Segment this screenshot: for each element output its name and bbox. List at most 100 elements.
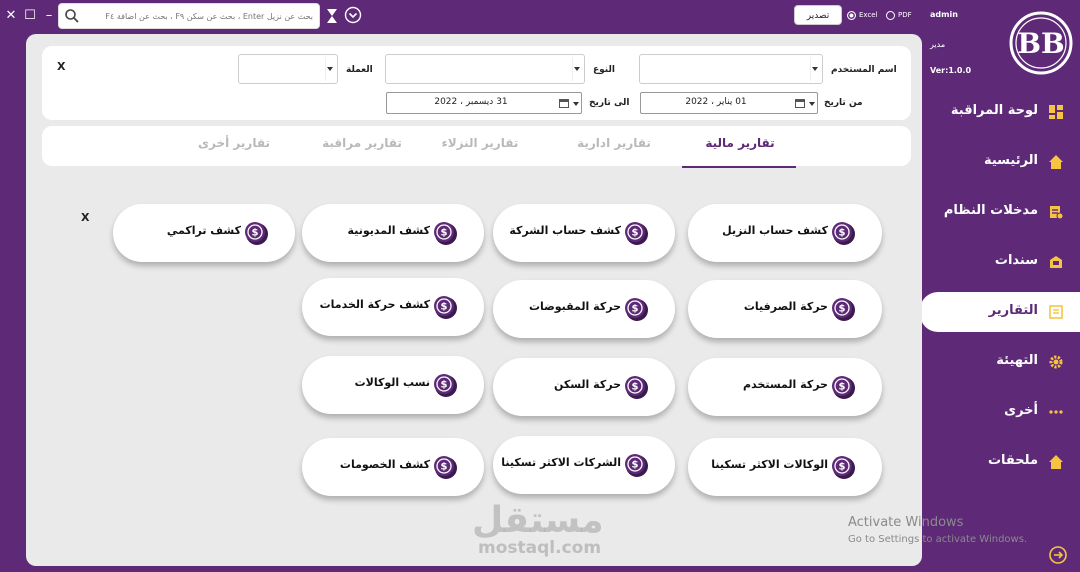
report-top-companies-button[interactable]: الشركات الاكثر تسكينا $	[493, 436, 675, 494]
from-date-picker[interactable]: 01 يناير ، 2022	[640, 92, 818, 114]
excel-label: Excel	[859, 11, 878, 19]
report-button-label: نسب الوكالات	[354, 376, 430, 389]
dollar-coin-icon: $	[625, 298, 648, 321]
dollar-coin-icon: $	[832, 376, 855, 399]
to-date-label: الى تاريخ	[589, 98, 630, 108]
tab-financial-reports[interactable]: تقارير مالية	[690, 136, 790, 158]
close-window-button[interactable]: ✕	[4, 6, 18, 26]
sidebar-item-label: التقارير	[988, 303, 1038, 318]
sidebar-item-home[interactable]: الرئيسية	[920, 142, 1080, 182]
chevron-down-icon	[574, 67, 580, 71]
svg-text:$: $	[632, 382, 639, 393]
dollar-coin-icon: $	[625, 222, 648, 245]
hourglass-icon[interactable]	[326, 8, 338, 24]
svg-text:$: $	[839, 382, 846, 393]
report-receipts-movement-button[interactable]: حركة المقبوضات $	[493, 280, 675, 338]
type-select[interactable]	[385, 54, 585, 84]
sidebar-item-setup[interactable]: التهيئة	[920, 342, 1080, 382]
dollar-coin-icon: $	[434, 374, 457, 397]
sidebar-item-label: الرئيسية	[983, 153, 1038, 168]
sidebar-item-attachments[interactable]: ملحقات	[920, 442, 1080, 482]
filter-close-button[interactable]: X	[57, 60, 65, 73]
svg-text:$: $	[632, 228, 639, 239]
user-role: مدير	[930, 40, 946, 49]
currency-filter-label: العملة	[346, 65, 373, 75]
svg-text:$: $	[252, 228, 259, 239]
report-top-agencies-button[interactable]: الوكالات الاكثر تسكينا $	[688, 438, 882, 496]
calendar-icon	[559, 99, 569, 108]
from-date-value: 01 يناير ، 2022	[685, 97, 747, 107]
report-cumulative-statement-button[interactable]: كشف تراكمي $	[113, 204, 295, 262]
svg-text:$: $	[632, 304, 639, 315]
tab-monitoring-reports[interactable]: تقارير مراقبة	[310, 136, 414, 158]
report-button-label: كشف المديونية	[347, 224, 430, 237]
report-agency-ratios-button[interactable]: نسب الوكالات $	[302, 356, 484, 414]
more-dots-icon	[1049, 410, 1063, 414]
sidebar-item-dashboard[interactable]: لوحة المراقبة	[920, 92, 1080, 132]
svg-text:$: $	[441, 228, 448, 239]
from-date-label: من تاريخ	[824, 98, 863, 108]
dollar-coin-icon: $	[625, 376, 648, 399]
radio-excel[interactable]	[847, 10, 856, 20]
logout-icon[interactable]	[1048, 545, 1068, 565]
sidebar-item-other[interactable]: أخرى	[920, 392, 1080, 432]
chevron-down-icon	[812, 67, 818, 71]
report-debt-statement-button[interactable]: كشف المديونية $	[302, 204, 484, 262]
radio-pdf[interactable]	[886, 10, 895, 20]
export-pdf-option[interactable]: PDF	[886, 8, 912, 22]
calendar-icon	[795, 99, 805, 108]
system-inputs-icon	[1050, 206, 1064, 220]
sidebar-item-system-inputs[interactable]: مدخلات النظام	[920, 192, 1080, 232]
report-button-label: كشف حساب النزيل	[722, 224, 828, 237]
dollar-coin-icon: $	[832, 298, 855, 321]
reports-close-button[interactable]: X	[81, 211, 89, 224]
chevron-down-icon	[327, 67, 333, 71]
search-input[interactable]	[81, 7, 313, 25]
logo-text: BB	[1017, 27, 1064, 60]
dollar-coin-icon: $	[245, 222, 268, 245]
chevron-down-circle-icon[interactable]	[344, 6, 362, 24]
active-tab-underline	[682, 166, 796, 168]
report-discounts-statement-button[interactable]: كشف الخصومات $	[302, 438, 484, 496]
user-select[interactable]	[639, 54, 823, 84]
dollar-coin-icon: $	[434, 296, 457, 319]
tab-administrative-reports[interactable]: تقارير ادارية	[564, 136, 664, 158]
report-expenses-movement-button[interactable]: حركة الصرفيات $	[688, 280, 882, 338]
currency-select[interactable]	[238, 54, 338, 84]
dollar-coin-icon: $	[434, 456, 457, 479]
svg-text:$: $	[839, 304, 846, 315]
sidebar-item-label: سندات	[994, 253, 1038, 268]
to-date-picker[interactable]: 31 ديسمبر ، 2022	[386, 92, 582, 114]
tab-other-reports[interactable]: تقارير أخرى	[186, 136, 282, 158]
reports-icon	[1049, 305, 1063, 319]
export-button[interactable]: تصدير	[794, 5, 842, 25]
report-services-movement-button[interactable]: كشف حركة الخدمات $	[302, 278, 484, 336]
sidebar-item-vouchers[interactable]: سندات	[920, 242, 1080, 282]
svg-text:$: $	[632, 460, 639, 471]
sidebar-item-label: لوحة المراقبة	[950, 103, 1038, 118]
report-button-label: كشف الخصومات	[339, 458, 430, 471]
home-icon	[1049, 155, 1063, 169]
dollar-coin-icon: $	[832, 456, 855, 479]
report-button-label: حركة الصرفيات	[743, 300, 828, 313]
tab-guest-reports[interactable]: تقارير النزلاء	[428, 136, 532, 158]
export-excel-option[interactable]: Excel	[847, 8, 878, 22]
pdf-label: PDF	[898, 11, 912, 19]
report-accommodation-movement-button[interactable]: حركة السكن $	[493, 358, 675, 416]
watermark-url: mostaql.com	[478, 538, 602, 558]
sidebar-item-reports[interactable]: التقارير	[920, 292, 1080, 332]
global-search	[58, 3, 320, 29]
user-filter-label: اسم المستخدم	[831, 65, 897, 75]
report-button-label: كشف حساب الشركة	[509, 224, 621, 237]
chevron-down-icon	[809, 102, 815, 106]
attachments-home-icon	[1049, 455, 1063, 469]
minimize-window-button[interactable]: –	[42, 6, 56, 26]
maximize-window-button[interactable]: ☐	[23, 6, 37, 26]
report-button-label: كشف تراكمي	[166, 224, 241, 237]
svg-text:$: $	[839, 228, 846, 239]
report-guest-statement-button[interactable]: كشف حساب النزيل $	[688, 204, 882, 262]
to-date-value: 31 ديسمبر ، 2022	[434, 97, 508, 107]
svg-text:$: $	[839, 462, 846, 473]
report-company-statement-button[interactable]: كشف حساب الشركة $	[493, 204, 675, 262]
report-user-movement-button[interactable]: حركة المستخدم $	[688, 358, 882, 416]
